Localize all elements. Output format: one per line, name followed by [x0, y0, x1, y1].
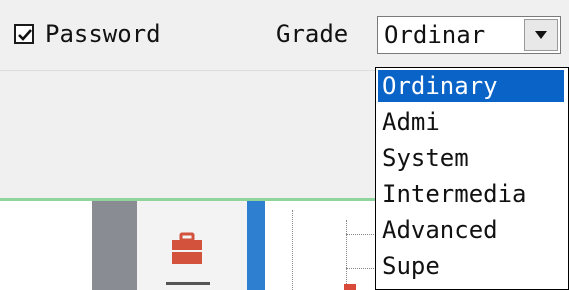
chevron-down-icon — [535, 31, 547, 39]
grade-label: Grade — [276, 20, 349, 48]
tree-guide-line — [346, 220, 347, 290]
grade-option-intermedia[interactable]: Intermedia — [378, 178, 564, 210]
grade-option-admi[interactable]: Admi — [378, 106, 564, 138]
grade-select[interactable]: Ordinar — [377, 16, 561, 54]
check-icon — [18, 29, 32, 41]
nav-tile-label-fragment — [166, 282, 210, 290]
sidebar-column — [92, 201, 137, 290]
tree-guide-line — [346, 234, 374, 235]
grade-option-supe[interactable]: Supe — [378, 250, 564, 282]
grade-dropdown-list[interactable]: Ordinary Admi System Intermedia Advanced… — [375, 67, 569, 290]
grade-select-value[interactable]: Ordinar — [384, 21, 520, 49]
grade-option-ordinary[interactable]: Ordinary — [378, 70, 564, 102]
grade-option-system[interactable]: System — [378, 142, 564, 174]
tree-guide-line — [292, 210, 293, 290]
password-label[interactable]: Password — [45, 20, 161, 48]
toolbox-icon[interactable] — [170, 232, 204, 266]
tree-guide-line — [346, 268, 374, 269]
tree-node-icon — [344, 284, 356, 290]
grade-option-advanced[interactable]: Advanced — [378, 214, 564, 246]
grade-dropdown-button[interactable] — [524, 19, 558, 51]
password-checkbox[interactable] — [14, 24, 34, 44]
selected-indicator — [247, 201, 265, 290]
